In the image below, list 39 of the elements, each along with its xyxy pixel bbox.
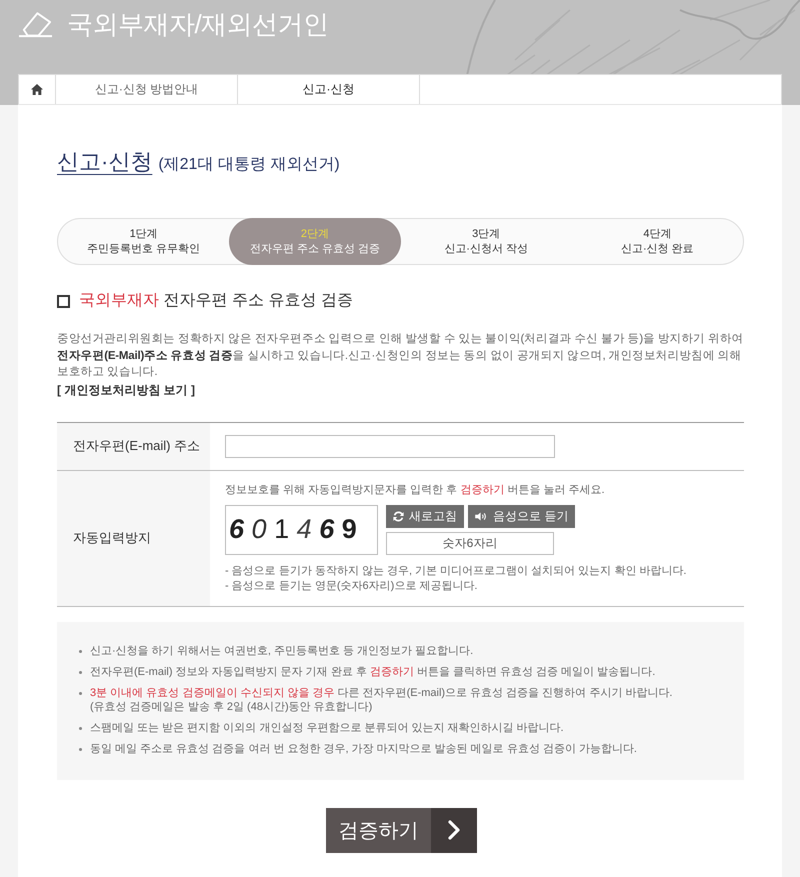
speaker-icon [475,512,488,520]
privacy-policy-link[interactable]: [ 개인정보처리방침 보기 ] [57,382,195,398]
bullet-icon [79,726,82,730]
captcha-label: 자동입력방지 [57,470,210,606]
section-heading: 국외부재자 전자우편 주소 유효성 검증 [79,291,353,311]
notice-text: 동일 메일 주소로 유효성 검증을 여러 번 요청한 경우, 가장 마지막으로 발송된 메일로 유효성 검증이 가능합니다. [90,742,637,756]
nav-tab[interactable]: 신고·신청 방법안내 [56,75,238,104]
square-icon [57,294,70,308]
bullet-icon [79,748,82,750]
intro-paragraph: 중앙선거관리위원회는 정확하지 않은 전자우편주소 입력으로 인해 발생할 수 있는 불이익(처리결과 수신 불가 등)을 방지하기 위하여 전자우편(E-Mail)주소 유효성 검증을 실시하고 있습니다.신고·신청인의 정보는 동의 없이 공개되지 않으며, 개인정보처리방침에 의해 보호하고 있습니다. [57,332,744,380]
page-title: 신고·신청 [57,148,152,176]
captcha-note: - 음성으로 듣기는 영문(숫자6자리)으로 제공됩니다. [225,578,478,594]
captcha-note: - 음성으로 듣기가 동작하지 않는 경우, 기본 미디어프로그램이 설치되어 있는지 확인 바랍니다. [225,564,686,578]
nav-tab[interactable]: 신고·신청 [238,75,420,104]
captcha-hint: 정보보호를 위해 자동입력방지문자를 입력한 후 검증하기 버튼을 눌러 주세요. [225,482,605,496]
home-icon [31,84,43,95]
step-item: 4단계 신고·신청 완료 [620,226,695,256]
bullet-icon [79,670,82,674]
email-label: 전자우편(E-mail) 주소 [57,422,210,470]
notice-text: 3분 이내에 유효성 검증메일이 수신되지 않을 경우 다른 전자우편(E-mail)으로 유효성 검증을 진행하여 주시기 바랍니다. [90,686,672,700]
notice-text: 신고·신청을 하기 위해서는 여권번호, 주민등록번호 등 개인정보가 필요합니다. [90,644,474,658]
notice-text: 스팸메일 또는 받은 편지함 이외의 개인설정 우편함으로 분류되어 있는지 재확인하시길 바랍니다. [90,720,564,734]
refresh-icon [393,510,404,522]
bullet-icon [79,650,82,652]
notice-text: 전자우편(E-mail) 정보와 자동입력방지 문자 기재 완료 후 검증하기 버튼을 클릭하면 유효성 검증 메일이 발송됩니다. [90,664,656,678]
captcha-input[interactable]: 숫자6자리 [386,532,554,554]
bullet-icon [79,692,82,694]
listen-audio-button[interactable]: 음성으로 듣기 [468,504,576,528]
page-subtitle: (제21대 대통령 재외선거) [158,155,340,175]
email-input[interactable] [225,434,555,458]
captcha-image: 6 0 1 4 6 9 [225,504,378,554]
step-item: 3단계 신고·신청서 작성 [443,226,529,256]
site-title: 국외부재자/재외선거인 [67,8,329,41]
verify-button[interactable]: 검증하기 [326,808,477,852]
step-item: 2단계 전자우편 주소 유효성 검증 [229,218,400,265]
refresh-button[interactable]: 새로고침 [386,504,464,528]
notice-note: (유효성 검증메일은 발송 후 2일 (48시간)동안 유효합니다) [90,700,374,714]
step-item: 1단계 주민등록번호 유무확인 [86,226,202,256]
chevron-icon [431,808,477,852]
